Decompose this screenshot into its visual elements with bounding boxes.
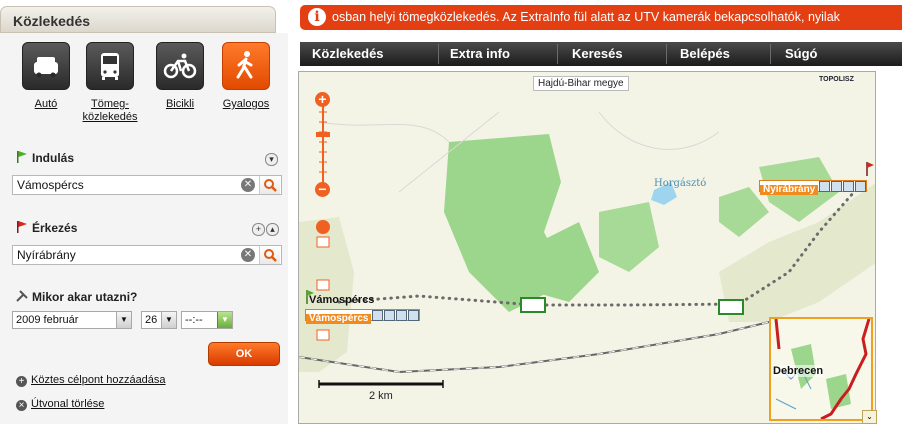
main-nav: Közlekedés Extra info Keresés Belépés Sú…	[300, 42, 902, 66]
bus-icon	[86, 42, 134, 90]
time-select[interactable]: --:-- ▼	[181, 311, 233, 329]
pan-control[interactable]	[316, 220, 330, 234]
expand-overview-button[interactable]: ⌄	[862, 410, 877, 424]
search-start-icon[interactable]	[259, 176, 280, 194]
dest-label: Érkezés	[16, 221, 77, 235]
zoom-out-button[interactable]: −	[315, 182, 330, 197]
clear-start-icon[interactable]: ✕	[241, 178, 255, 192]
mode-pedestrian[interactable]: Gyalogos	[220, 42, 272, 111]
marker-tool-icon[interactable]	[396, 310, 408, 321]
mode-bicycle-label: Bicikli	[165, 98, 195, 110]
x-circle-icon: ×	[16, 400, 27, 411]
clear-dest-icon[interactable]: ✕	[241, 248, 255, 262]
mode-pedestrian-label: Gyalogos	[222, 98, 270, 110]
map-view[interactable]: + − Hajdú-Bihar megye Horgásztó TOPOLISZ…	[298, 71, 876, 424]
start-value: Vámospércs	[17, 178, 84, 192]
start-marker-label[interactable]: Vámospércs	[305, 309, 421, 324]
route-waypoint-marker[interactable]	[520, 297, 546, 313]
nav-extra-info[interactable]: Extra info	[450, 42, 510, 66]
nav-belepes[interactable]: Belépés	[680, 42, 730, 66]
red-flag-icon	[16, 221, 28, 233]
dest-field[interactable]: Nyírábrány ✕	[12, 245, 282, 265]
dest-options-button[interactable]: ▴	[266, 223, 279, 236]
add-waypoint-link[interactable]: + Köztes célpont hozzáadása	[16, 374, 166, 387]
zoom-handle[interactable]	[316, 132, 330, 137]
day-value: 26	[145, 314, 158, 326]
nav-separator	[770, 44, 771, 64]
close-icon[interactable]	[855, 181, 867, 192]
start-place-label: Vámospércs	[309, 294, 375, 306]
tools-icon	[16, 290, 28, 302]
nav-kozlekedes[interactable]: Közlekedés	[312, 42, 384, 66]
pedestrian-icon	[222, 42, 270, 90]
banner-text: osban helyi tömegközlekedés. Az ExtraInf…	[332, 10, 840, 24]
start-label: Indulás	[16, 151, 74, 165]
chevron-down-icon: ▼	[217, 312, 232, 328]
nav-kereses[interactable]: Keresés	[572, 42, 623, 66]
close-icon[interactable]	[408, 310, 420, 321]
mode-car[interactable]: Autó	[20, 42, 72, 111]
marker-tool-icon[interactable]	[831, 181, 843, 192]
end-marker-label[interactable]: Nyírábrány	[759, 180, 868, 195]
nav-sugo[interactable]: Súgó	[785, 42, 818, 66]
mode-car-label: Autó	[34, 98, 58, 110]
info-banner: i osban helyi tömegközlekedés. Az ExtraI…	[300, 5, 902, 30]
day-select[interactable]: 26 ▼	[141, 311, 177, 329]
start-options-button[interactable]: ▾	[265, 153, 278, 166]
overview-map[interactable]: Debrecen	[769, 317, 873, 421]
mode-transit[interactable]: Tömeg- közlekedés	[82, 42, 138, 124]
lake-label: Horgásztó	[654, 178, 707, 189]
mode-bicycle[interactable]: Bicikli	[154, 42, 206, 111]
car-icon	[22, 42, 70, 90]
add-waypoint-small-button[interactable]: +	[252, 223, 265, 236]
nav-separator	[557, 44, 558, 64]
end-marker-name: Nyírábrány	[760, 185, 819, 195]
month-value: 2009 február	[16, 314, 79, 326]
info-icon: i	[308, 8, 326, 26]
left-panel: Közlekedés Autó Tömeg- közlekedés Bicikl…	[0, 0, 288, 424]
chevron-down-icon: ▼	[116, 312, 131, 328]
county-label: Hajdú-Bihar megye	[533, 76, 629, 91]
panel-header: Közlekedés	[0, 6, 276, 33]
month-select[interactable]: 2009 február ▼	[12, 311, 132, 329]
layer-toggle[interactable]	[316, 236, 330, 248]
marker-tool-icon[interactable]	[819, 181, 831, 192]
marker-tool-icon[interactable]	[372, 310, 384, 321]
zoom-in-button[interactable]: +	[315, 92, 330, 107]
bicycle-icon	[156, 42, 204, 90]
panel-title: Közlekedés	[13, 13, 91, 29]
plus-circle-icon: +	[16, 376, 27, 387]
dest-value: Nyírábrány	[17, 248, 76, 262]
route-waypoint-marker[interactable]	[718, 299, 744, 315]
layer-toggle[interactable]	[316, 279, 330, 291]
time-value: --:--	[185, 314, 203, 326]
start-marker-name: Vámospércs	[306, 314, 372, 324]
marker-tool-icon[interactable]	[384, 310, 396, 321]
when-label: Mikor akar utazni?	[16, 290, 137, 304]
mode-transit-label: Tömeg- közlekedés	[82, 98, 138, 123]
start-field[interactable]: Vámospércs ✕	[12, 175, 282, 195]
nav-separator	[438, 44, 439, 64]
clear-route-link[interactable]: × Útvonal törlése	[16, 398, 104, 411]
ok-button[interactable]: OK	[208, 342, 280, 366]
marker-tool-icon[interactable]	[843, 181, 855, 192]
topolisz-logo: TOPOLISZ	[819, 76, 854, 83]
chevron-down-icon: ▼	[161, 312, 176, 328]
scale-label: 2 km	[369, 390, 393, 402]
nav-separator	[666, 44, 667, 64]
search-dest-icon[interactable]	[259, 246, 280, 264]
overview-city-label: Debrecen	[773, 365, 824, 377]
layer-toggle[interactable]	[316, 329, 330, 341]
green-flag-icon	[16, 151, 28, 163]
